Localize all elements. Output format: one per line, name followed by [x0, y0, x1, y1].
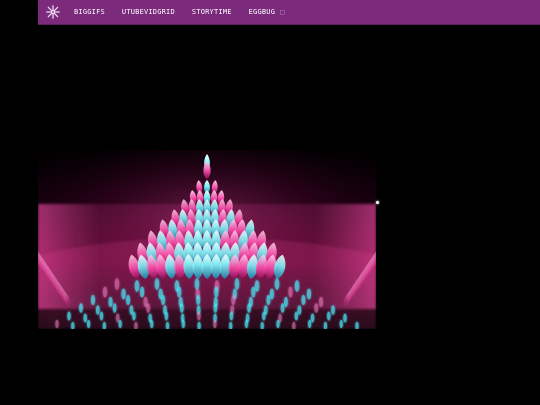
lotus-spark: [177, 286, 182, 298]
lotus-spark: [118, 319, 122, 329]
lotus-spark: [134, 280, 140, 292]
lotus-spark: [297, 305, 302, 315]
lotus-spark: [181, 319, 185, 329]
sparkle-flower-logo-icon[interactable]: [44, 3, 62, 21]
lotus-spark: [266, 294, 271, 306]
tiny-box-icon: □: [280, 8, 285, 16]
lotus-spark: [102, 286, 108, 298]
lotus-spark: [331, 305, 335, 315]
lotus-spark: [150, 319, 154, 329]
nav-links: BIGGIFS UTUBEVIDGRID STORYTIME EGGBUG: [74, 8, 275, 16]
lotus-spark: [269, 288, 274, 300]
lotus-spark: [327, 311, 331, 321]
lotus-spark: [213, 303, 218, 313]
small-sparkle-dot: [376, 201, 379, 204]
lotus-spark: [95, 305, 100, 315]
lotus-spark: [251, 286, 256, 298]
lotus-spark: [280, 303, 285, 313]
lotus-spark: [86, 319, 91, 329]
lotus-spark: [164, 311, 169, 321]
lotus-spark: [79, 303, 83, 313]
lotus-spark: [154, 278, 160, 290]
lotus-spark: [55, 319, 59, 329]
lotus-spark: [254, 280, 260, 292]
lotus-spark: [288, 286, 293, 298]
lotus-spark: [262, 311, 266, 321]
nav-link-storytime[interactable]: STORYTIME: [192, 8, 232, 16]
lotus-spark: [126, 294, 131, 306]
nav-link-biggifs[interactable]: BIGGIFS: [74, 8, 105, 16]
lotus-spark: [308, 319, 312, 329]
lotus-spark: [67, 311, 71, 321]
lotus-spark: [112, 303, 117, 313]
lotus-spark: [314, 303, 319, 313]
lotus-spark: [214, 286, 219, 298]
lotus-spark: [161, 294, 166, 306]
lotus-spark: [306, 288, 312, 300]
lotus-spark: [146, 303, 151, 313]
lotus-spark: [294, 280, 300, 292]
lotus-spark: [121, 288, 126, 300]
lotus-spark: [115, 313, 120, 323]
lotus-spark: [343, 313, 347, 323]
lotus-spark: [319, 296, 323, 308]
lotus-spark: [108, 296, 113, 308]
lotus-spark: [231, 294, 236, 306]
lotus-spark: [234, 278, 240, 290]
lotus-spark: [99, 311, 104, 321]
nav-link-utubevidgrid[interactable]: UTUBEVIDGRID: [122, 8, 175, 16]
lotus-spark: [244, 319, 249, 329]
lotus-spark: [194, 278, 200, 290]
lotus-spark: [229, 311, 234, 321]
lotus-spark: [310, 313, 315, 323]
lotus-spark: [283, 296, 288, 308]
lotus-spark: [140, 286, 145, 298]
lotus-spark: [196, 294, 201, 306]
lotus-spark: [294, 311, 299, 321]
lotus-spark: [274, 278, 280, 290]
top-navbar: BIGGIFS UTUBEVIDGRID STORYTIME EGGBUG □: [38, 0, 540, 25]
lotus-spark: [339, 319, 343, 329]
lotus-spark: [197, 311, 201, 321]
lotus-spark: [132, 311, 136, 321]
lotus-spark: [179, 303, 184, 313]
lotus-spark: [91, 294, 95, 306]
fractal-lotus-image: [38, 150, 376, 329]
lotus-spark: [301, 294, 306, 306]
lotus-spark: [276, 319, 280, 329]
lotus-spark: [114, 278, 120, 290]
lotus-spark: [213, 319, 217, 329]
lotus-spark: [83, 313, 87, 323]
lotus-spark: [247, 303, 251, 313]
nav-link-eggbug[interactable]: EGGBUG: [249, 8, 276, 16]
fractal-lotus-artwork: [38, 150, 376, 329]
